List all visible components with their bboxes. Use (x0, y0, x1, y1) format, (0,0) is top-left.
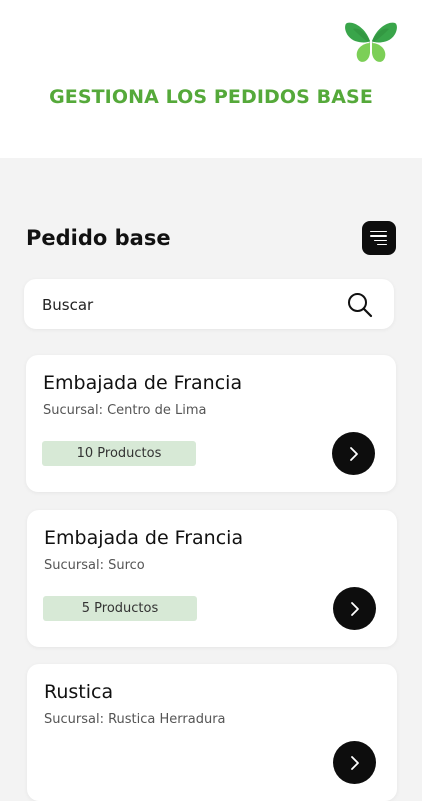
page-banner: GESTIONA LOS PEDIDOS BASE (49, 86, 373, 108)
open-order-button[interactable] (333, 587, 376, 630)
menu-line (370, 235, 387, 237)
order-name: Embajada de Francia (43, 372, 243, 394)
open-order-button[interactable] (332, 432, 375, 475)
open-order-button[interactable] (333, 741, 376, 784)
order-card[interactable]: Embajada de Francia Sucursal: Centro de … (26, 355, 396, 492)
order-branch: Sucursal: Rustica Herradura (44, 712, 226, 727)
order-card[interactable]: Embajada de Francia Sucursal: Surco 5 Pr… (27, 510, 397, 647)
chevron-right-icon (349, 446, 358, 461)
order-branch: Sucursal: Surco (44, 558, 145, 573)
butterfly-logo-icon (345, 22, 397, 62)
search-input[interactable] (40, 291, 344, 319)
products-badge: 10 Productos (42, 441, 196, 466)
chevron-right-icon (350, 601, 359, 616)
menu-line (370, 230, 387, 233)
menu-button[interactable] (362, 221, 396, 255)
page-title: Pedido base (26, 226, 171, 250)
search-icon[interactable] (346, 291, 374, 319)
order-name: Rustica (44, 681, 114, 703)
chevron-right-icon (350, 755, 359, 770)
order-name: Embajada de Francia (44, 527, 244, 549)
top-header: GESTIONA LOS PEDIDOS BASE (0, 0, 422, 158)
products-badge: 5 Productos (43, 596, 197, 621)
order-card[interactable]: Rustica Sucursal: Rustica Herradura (27, 664, 397, 801)
menu-line (374, 239, 387, 241)
menu-line (377, 243, 387, 246)
order-branch: Sucursal: Centro de Lima (43, 403, 207, 418)
search-bar (24, 279, 394, 329)
